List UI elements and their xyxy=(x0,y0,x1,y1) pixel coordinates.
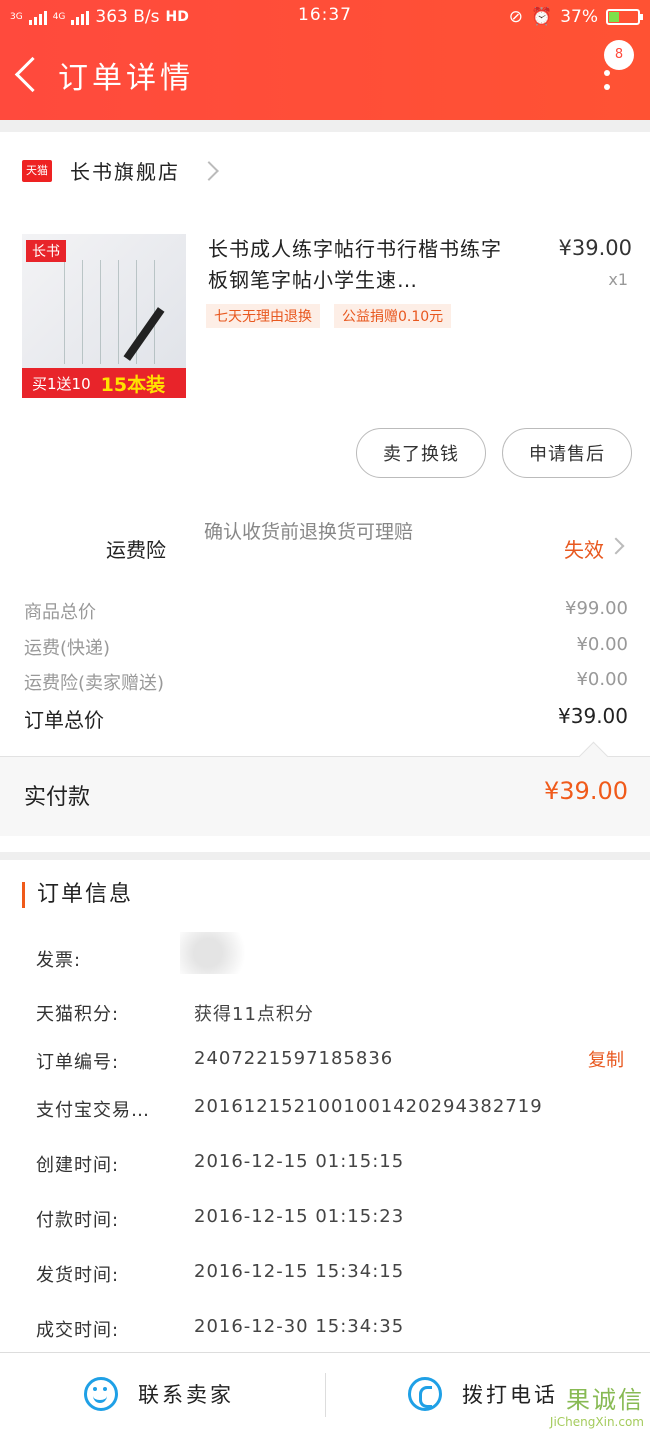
resell-button[interactable]: 卖了换钱 xyxy=(356,428,486,478)
info-value: 2016-12-15 01:15:15 xyxy=(194,1151,405,1172)
paid-amount-row: 实付款 ¥39.00 xyxy=(0,756,650,836)
status-bar: 3G 4G 363 B/s HD 16:37 ⊘ ⏰ 37% xyxy=(0,0,650,34)
banner-highlight: 15本装 xyxy=(100,373,166,396)
divider xyxy=(325,1373,326,1417)
phone-icon xyxy=(408,1376,442,1411)
completed-time-row: 成交时间: 2016-12-30 15:34:35 xyxy=(36,1316,626,1342)
paid-value: ¥39.00 xyxy=(544,777,628,805)
chevron-right-icon xyxy=(199,160,219,181)
shipped-time-row: 发货时间: 2016-12-15 15:34:15 xyxy=(36,1261,626,1287)
order-info-section: 订单信息 发票: 天猫积分: 获得11点积分 订单编号: 24072215971… xyxy=(0,860,650,1352)
product-price: ¥39.00 xyxy=(558,236,632,260)
contact-seller-label: 联系卖家 xyxy=(138,1382,234,1407)
info-label: 创建时间: xyxy=(36,1155,120,1176)
nav-bar: 订单详情 8 xyxy=(0,40,650,106)
chevron-right-icon xyxy=(607,537,625,555)
info-label: 支付宝交易… xyxy=(36,1100,150,1121)
order-number: 2407221597185836 xyxy=(194,1048,394,1069)
back-arrow-icon[interactable] xyxy=(10,44,54,106)
insurance-status: 失效 xyxy=(564,538,604,562)
banner-text: 买1送10 xyxy=(32,374,91,393)
summary-row: 运费险(卖家赠送) ¥0.00 xyxy=(24,669,628,695)
product-image-banner: 买1送10 15本装 xyxy=(22,368,186,398)
product-title[interactable]: 长书成人练字帖行书行楷书练字板钢笔字帖小学生速… xyxy=(208,234,518,296)
watermark-text: 果诚信 xyxy=(566,1386,644,1414)
order-total-row: 订单总价 ¥39.00 xyxy=(24,704,628,733)
product-tags: 七天无理由退换 公益捐赠0.10元 xyxy=(206,304,452,328)
copy-button[interactable]: 复制 xyxy=(588,1046,624,1072)
summary-label: 商品总价 xyxy=(24,602,96,623)
info-label: 发货时间: xyxy=(36,1265,120,1286)
call-button[interactable]: 拨打电话 xyxy=(408,1353,558,1433)
insurance-label: 运费险 xyxy=(106,538,166,562)
more-dot-icon xyxy=(604,84,610,90)
store-row[interactable]: 天猫 长书旗舰店 xyxy=(22,156,219,185)
info-label: 订单编号: xyxy=(36,1052,120,1073)
page-title: 订单详情 xyxy=(58,61,194,96)
product-image[interactable]: 长书 买1送10 15本装 xyxy=(22,234,186,398)
paid-time-row: 付款时间: 2016-12-15 01:15:23 xyxy=(36,1206,626,1232)
order-total-value: ¥39.00 xyxy=(558,704,628,728)
invoice-row: 发票: xyxy=(36,946,626,972)
info-label: 成交时间: xyxy=(36,1320,120,1341)
product-quantity: x1 xyxy=(608,270,628,289)
section-title: 订单信息 xyxy=(22,882,133,908)
more-dot-icon xyxy=(604,70,610,76)
tmall-badge: 天猫 xyxy=(22,159,52,182)
info-label: 天猫积分: xyxy=(36,1004,120,1025)
alipay-row: 支付宝交易… 2016121521001001420294382719 xyxy=(36,1096,626,1122)
watermark-url: JiChengXin.com xyxy=(549,1415,644,1429)
info-value: 2016-12-15 15:34:15 xyxy=(194,1261,405,1282)
order-card: 天猫 长书旗舰店 长书 买1送10 15本装 长书成人练字帖行书行楷书练字板钢笔… xyxy=(0,132,650,852)
order-number-row: 订单编号: 2407221597185836 xyxy=(36,1048,626,1074)
message-badge: 8 xyxy=(604,40,634,70)
watermark: 果诚信 JiChengXin.com xyxy=(550,1380,644,1429)
points-row: 天猫积分: 获得11点积分 xyxy=(36,1000,626,1026)
more-menu-button[interactable]: 8 xyxy=(592,40,634,104)
info-value: 2016121521001001420294382719 xyxy=(194,1096,543,1117)
call-label: 拨打电话 xyxy=(462,1382,558,1407)
summary-label: 运费(快递) xyxy=(24,638,111,659)
summary-row: 运费(快递) ¥0.00 xyxy=(24,634,628,660)
info-value: 获得11点积分 xyxy=(194,1004,314,1025)
paid-label: 实付款 xyxy=(24,785,91,810)
chat-icon xyxy=(84,1376,118,1411)
battery-icon xyxy=(606,9,643,25)
summary-value: ¥0.00 xyxy=(576,634,628,655)
clock: 16:37 xyxy=(298,5,352,25)
info-label: 发票: xyxy=(36,950,82,971)
summary-row: 商品总价 ¥99.00 xyxy=(24,598,628,624)
bottom-action-bar: 联系卖家 拨打电话 果诚信 JiChengXin.com xyxy=(0,1352,650,1433)
info-value: 2016-12-15 01:15:23 xyxy=(194,1206,405,1227)
after-sale-button[interactable]: 申请售后 xyxy=(502,428,632,478)
summary-value: ¥0.00 xyxy=(576,669,628,690)
contact-seller-button[interactable]: 联系卖家 xyxy=(84,1353,234,1433)
summary-label: 运费险(卖家赠送) xyxy=(24,673,165,694)
blurred-invoice xyxy=(180,932,250,974)
charity-tag: 公益捐赠0.10元 xyxy=(334,304,452,328)
summary-value: ¥99.00 xyxy=(565,598,628,619)
copybook-lines xyxy=(50,260,156,364)
return-policy-tag: 七天无理由退换 xyxy=(206,304,320,328)
insurance-description: 确认收货前退换货可理赔 xyxy=(204,521,414,543)
app-header: 3G 4G 363 B/s HD 16:37 ⊘ ⏰ 37% 订单详情 8 xyxy=(0,0,650,120)
info-label: 付款时间: xyxy=(36,1210,120,1231)
created-time-row: 创建时间: 2016-12-15 01:15:15 xyxy=(36,1151,626,1177)
order-total-label: 订单总价 xyxy=(24,708,104,732)
store-name: 长书旗舰店 xyxy=(70,160,180,184)
info-value: 2016-12-30 15:34:35 xyxy=(194,1316,405,1337)
product-image-tag: 长书 xyxy=(26,240,66,262)
